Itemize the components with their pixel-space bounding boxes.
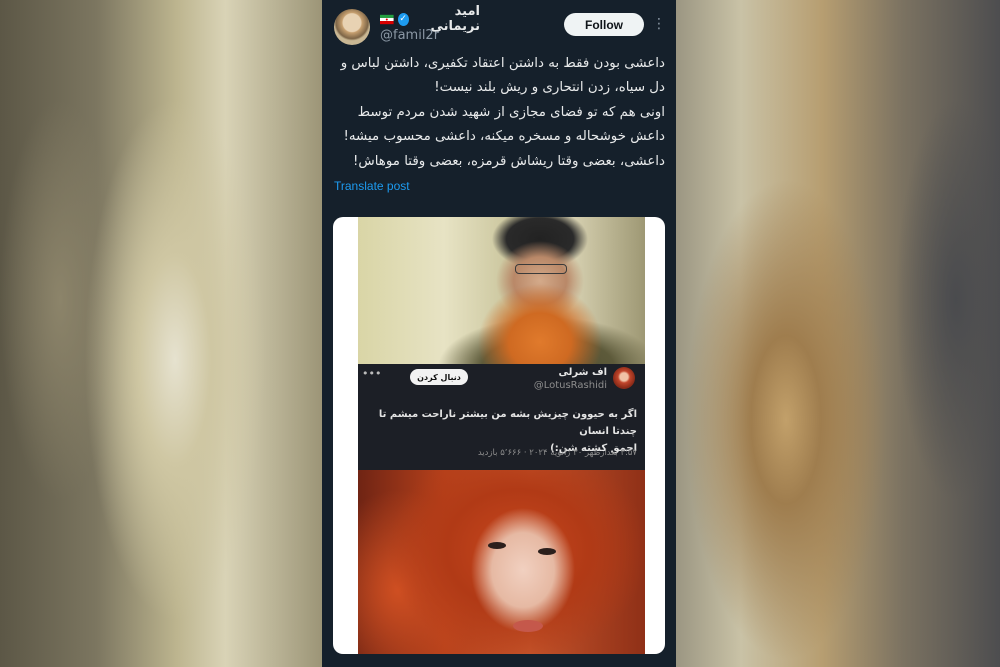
post-text-line: داعش خوشحاله و مسخره میکنه، داعشی محسوب … [343, 129, 666, 145]
embedded-more-icon: ••• [362, 367, 382, 380]
verified-badge-icon: ✓ [397, 12, 409, 26]
embedded-follow-button: دنبال کردن [410, 369, 468, 385]
translate-post-link[interactable]: Translate post [334, 179, 410, 193]
lips-shape [513, 620, 543, 632]
blurred-background-right [676, 0, 1000, 667]
embedded-handle: @LotusRashidi [533, 380, 607, 391]
embedded-tweet-screenshot: اف شرلی @LotusRashidi دنبال کردن ••• اگر… [358, 364, 645, 470]
bearded-man-photo [358, 217, 645, 364]
iran-flag-icon [379, 14, 394, 24]
eye-shape [538, 548, 556, 555]
avatar[interactable] [334, 9, 370, 45]
follow-button[interactable]: Follow [564, 13, 644, 36]
author-handle[interactable]: @famil2r [380, 28, 439, 43]
blurred-background-left [0, 0, 322, 667]
post-text-line: داعشی، بعضی وقتا ریشاش قرمزه، بعضی وقتا … [353, 153, 665, 169]
glasses-shape [515, 264, 567, 274]
author-name-row: ✓ امید نریمانی [379, 4, 480, 34]
post-body-text: داعشی بودن فقط به داشتن اعتقاد تکفیری، د… [333, 52, 665, 174]
red-haired-woman-photo [358, 470, 645, 654]
post-text-line: داعشی بودن فقط به داشتن اعتقاد تکفیری، د… [340, 56, 665, 71]
post-text-line: اونی هم که تو فضای مجازی از شهید شدن مرد… [357, 104, 665, 120]
embedded-avatar [613, 367, 635, 389]
eye-shape [488, 542, 506, 549]
embedded-tweet-meta: ۳:۵۷ بعدازظهر ۳۰ ژانویهٔ ۲۰۲۴ · ۵٬۶۶۶ با… [477, 448, 637, 458]
post-media[interactable]: اف شرلی @LotusRashidi دنبال کردن ••• اگر… [333, 217, 665, 654]
embedded-display-name: اف شرلی [558, 367, 607, 378]
post-text-line: دل سیاه، زدن انتحاری و ریش بلند نیست! [434, 80, 665, 96]
ellipsis-vertical-icon[interactable]: ⋮ [652, 14, 666, 34]
embedded-text-line: اگر به حیوون چیزیش بشه من بیشتر ناراحت م… [378, 409, 637, 437]
